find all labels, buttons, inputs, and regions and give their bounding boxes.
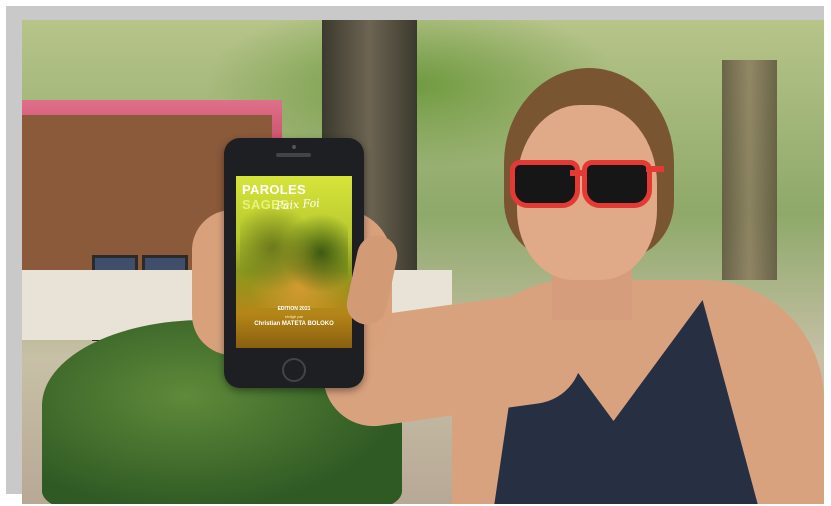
sunglasses	[510, 160, 664, 208]
phone-speaker	[276, 153, 311, 157]
phone-screen: PAROLES SAGES Paix Foi EDITION 2021 rédi…	[236, 176, 352, 348]
phone-home-button	[282, 358, 306, 382]
tree-trunk	[722, 60, 777, 280]
border-top	[6, 6, 824, 20]
book-cover-art	[240, 208, 348, 308]
book-edition: EDITION 2021	[277, 306, 311, 312]
border-left	[6, 6, 22, 494]
phone-camera	[292, 145, 296, 149]
sunglasses-lens	[582, 160, 652, 208]
book-title-part1: PAROLES	[242, 182, 306, 197]
book-written-by: rédigé par	[284, 314, 303, 319]
smartphone: PAROLES SAGES Paix Foi EDITION 2021 rédi…	[224, 138, 364, 388]
sunglasses-lens	[510, 160, 580, 208]
sunglasses-temple	[646, 166, 664, 172]
photo: PAROLES SAGES Paix Foi EDITION 2021 rédi…	[22, 20, 824, 504]
book-author: Christian MATETA BOLOKO	[254, 321, 334, 327]
